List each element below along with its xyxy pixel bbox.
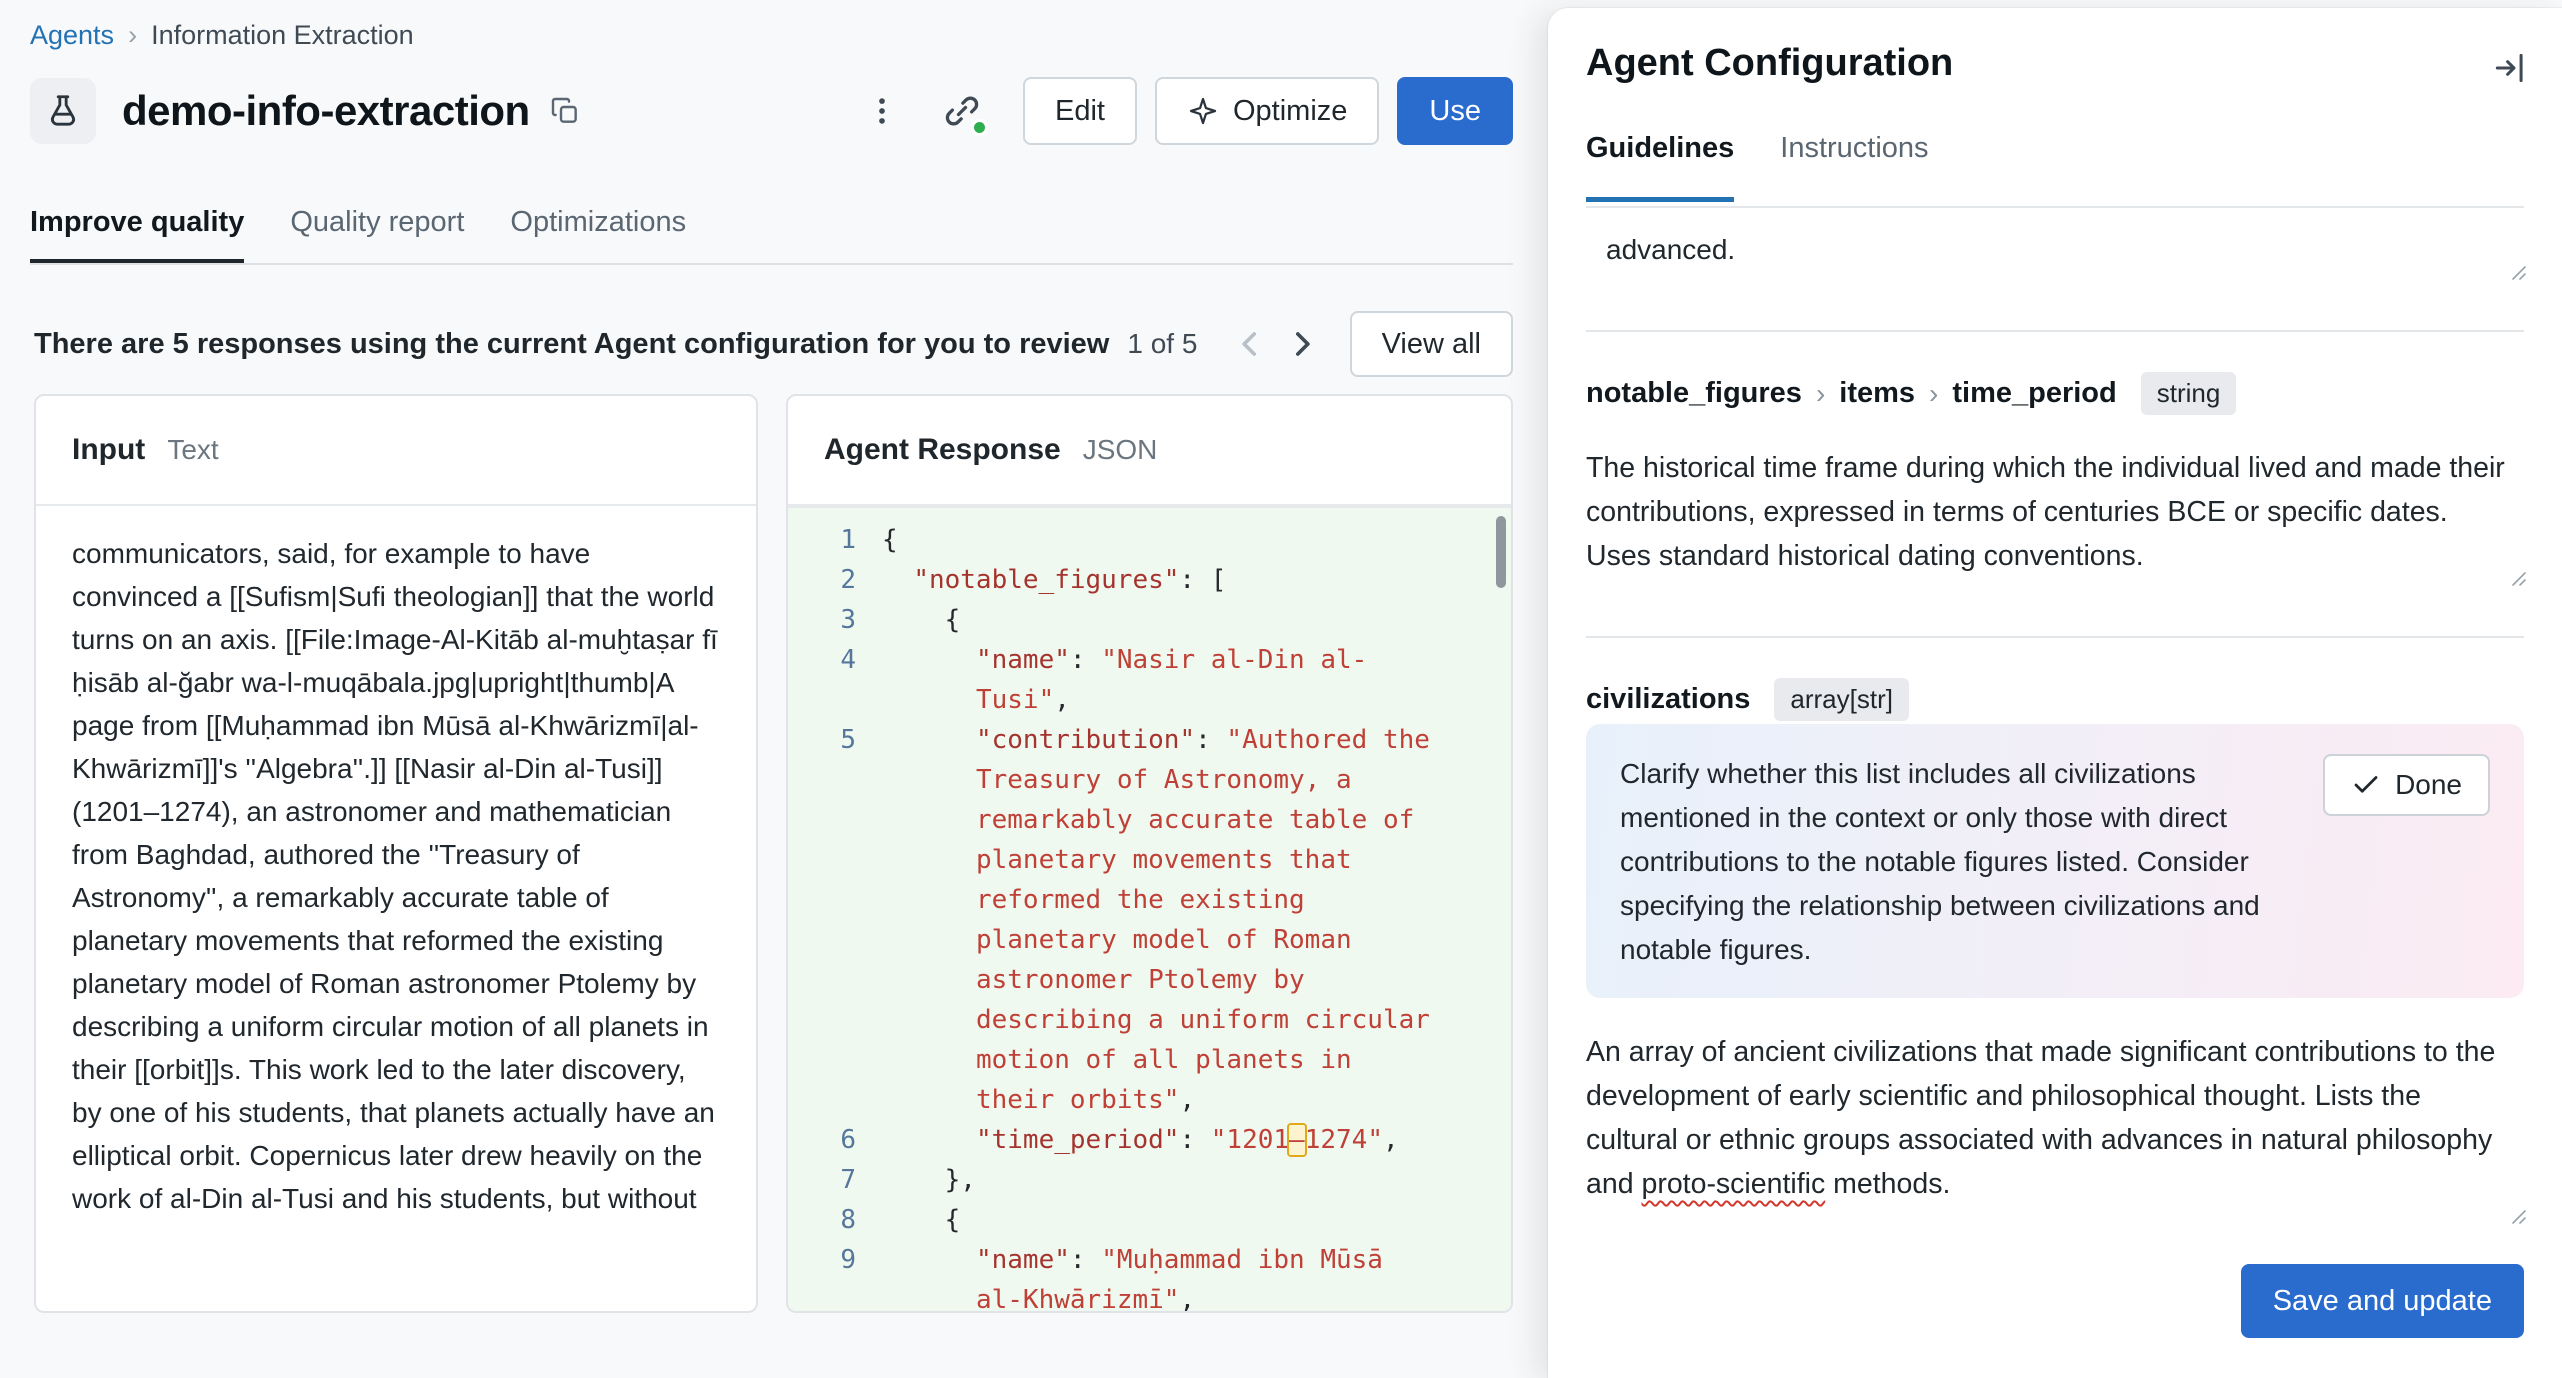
path-chevron-icon: ›	[1816, 378, 1825, 410]
review-counter: 1 of 5	[1127, 328, 1197, 360]
check-icon	[2351, 770, 2381, 800]
main-tabs: Improve quality Quality report Optimizat…	[30, 206, 686, 264]
input-card-type: Text	[167, 434, 218, 466]
type-badge-string: string	[2141, 372, 2237, 415]
tabs-divider	[30, 263, 1513, 265]
description-text: methods.	[1825, 1168, 1950, 1200]
review-bar: There are 5 responses using the current …	[34, 308, 1513, 380]
path-chevron-icon: ›	[1929, 378, 1938, 410]
code-block: 1{2"notable_figures": [3{4"name": "Nasir…	[788, 520, 1511, 1311]
json-code-viewer[interactable]: 1{2"notable_figures": [3{4"name": "Nasir…	[788, 506, 1511, 1311]
edit-button[interactable]: Edit	[1023, 77, 1137, 145]
type-badge-array: array[str]	[1774, 678, 1909, 721]
optimize-button[interactable]: Optimize	[1155, 77, 1379, 145]
title-row: demo-info-extraction Edit Optimize Use	[30, 74, 1513, 148]
previous-response-chevron-icon[interactable]	[1224, 313, 1276, 375]
agent-response-card: Agent Response JSON 1{2"notable_figures"…	[786, 394, 1513, 1313]
section-divider	[1586, 636, 2524, 638]
save-and-update-button[interactable]: Save and update	[2241, 1264, 2524, 1338]
code-line: 4"name": "Nasir al-Din al-Tusi",	[788, 640, 1511, 720]
response-card-title: Agent Response	[824, 433, 1061, 467]
agent-configuration-panel: Agent Configuration Guidelines Instructi…	[1548, 8, 2562, 1378]
page: Agents › Information Extraction demo-inf…	[0, 0, 2562, 1378]
endpoint-link-icon[interactable]	[935, 83, 989, 139]
tab-guidelines[interactable]: Guidelines	[1586, 132, 1734, 202]
config-tabs-divider	[1586, 206, 2524, 208]
agent-icon	[30, 78, 96, 144]
kebab-menu-icon[interactable]	[855, 83, 909, 139]
code-scrollbar-thumb[interactable]	[1496, 516, 1506, 588]
ready-status-dot	[971, 119, 988, 136]
done-button[interactable]: Done	[2323, 754, 2490, 816]
code-line: 8{	[788, 1200, 1511, 1240]
suggestion-card: Clarify whether this list includes all c…	[1586, 724, 2524, 998]
use-button[interactable]: Use	[1397, 77, 1513, 145]
input-card: Input Text communicators, said, for exam…	[34, 394, 758, 1313]
time-period-description-textarea[interactable]: The historical time frame during which t…	[1586, 446, 2520, 578]
resize-handle-icon[interactable]	[2504, 564, 2528, 588]
breadcrumb-current: Information Extraction	[151, 20, 414, 51]
field-civilizations-heading: civilizations array[str]	[1586, 678, 1909, 721]
done-label: Done	[2395, 769, 2462, 801]
field-path-part: time_period	[1952, 377, 2116, 410]
tab-quality-report[interactable]: Quality report	[290, 206, 464, 264]
page-title: demo-info-extraction	[122, 87, 530, 135]
field-path-part: notable_figures	[1586, 377, 1802, 410]
breadcrumb: Agents › Information Extraction	[30, 20, 414, 51]
spellcheck-underlined-word: proto-scientific	[1641, 1168, 1825, 1200]
sparkle-icon	[1187, 95, 1219, 127]
input-text: communicators, said, for example to have…	[36, 506, 756, 1313]
code-line: 5"contribution": "Authored the Treasury …	[788, 720, 1511, 1120]
copy-icon[interactable]	[538, 83, 592, 139]
field-path-part: items	[1839, 377, 1915, 410]
panel-title: Agent Configuration	[1586, 42, 1953, 85]
collapse-panel-icon[interactable]	[2486, 44, 2534, 92]
civilizations-description-textarea[interactable]: An array of ancient civilizations that m…	[1586, 1030, 2520, 1206]
code-line: 3{	[788, 600, 1511, 640]
field-path-part: civilizations	[1586, 683, 1750, 716]
input-card-title: Input	[72, 433, 145, 467]
section-divider	[1586, 330, 2524, 332]
code-line: 9"name": "Muḥammad ibn Mūsā al-Khwārizmī…	[788, 1240, 1511, 1311]
code-line: 7},	[788, 1160, 1511, 1200]
breadcrumb-agents-link[interactable]: Agents	[30, 20, 114, 51]
optimize-label: Optimize	[1233, 95, 1347, 128]
next-response-chevron-icon[interactable]	[1276, 313, 1328, 375]
tab-instructions[interactable]: Instructions	[1780, 132, 1928, 202]
code-line: 2"notable_figures": [	[788, 560, 1511, 600]
review-message: There are 5 responses using the current …	[34, 328, 1109, 361]
response-card-header: Agent Response JSON	[788, 396, 1511, 506]
resize-handle-icon[interactable]	[2504, 1202, 2528, 1226]
tab-improve-quality[interactable]: Improve quality	[30, 206, 244, 264]
suggestion-text: Clarify whether this list includes all c…	[1620, 752, 2320, 972]
code-line: 6"time_period": "1201–1274",	[788, 1120, 1511, 1160]
field-time-period-heading: notable_figures › items › time_period st…	[1586, 372, 2236, 415]
tab-optimizations[interactable]: Optimizations	[510, 206, 686, 264]
code-line: 1{	[788, 520, 1511, 560]
guideline-textarea-partial[interactable]: advanced.	[1606, 228, 1735, 272]
breadcrumb-chevron-icon: ›	[128, 20, 137, 51]
response-card-type: JSON	[1083, 434, 1158, 466]
input-card-header: Input Text	[36, 396, 756, 506]
resize-handle-icon[interactable]	[2504, 258, 2528, 282]
config-tabs: Guidelines Instructions	[1586, 132, 1929, 202]
view-all-button[interactable]: View all	[1350, 311, 1513, 377]
